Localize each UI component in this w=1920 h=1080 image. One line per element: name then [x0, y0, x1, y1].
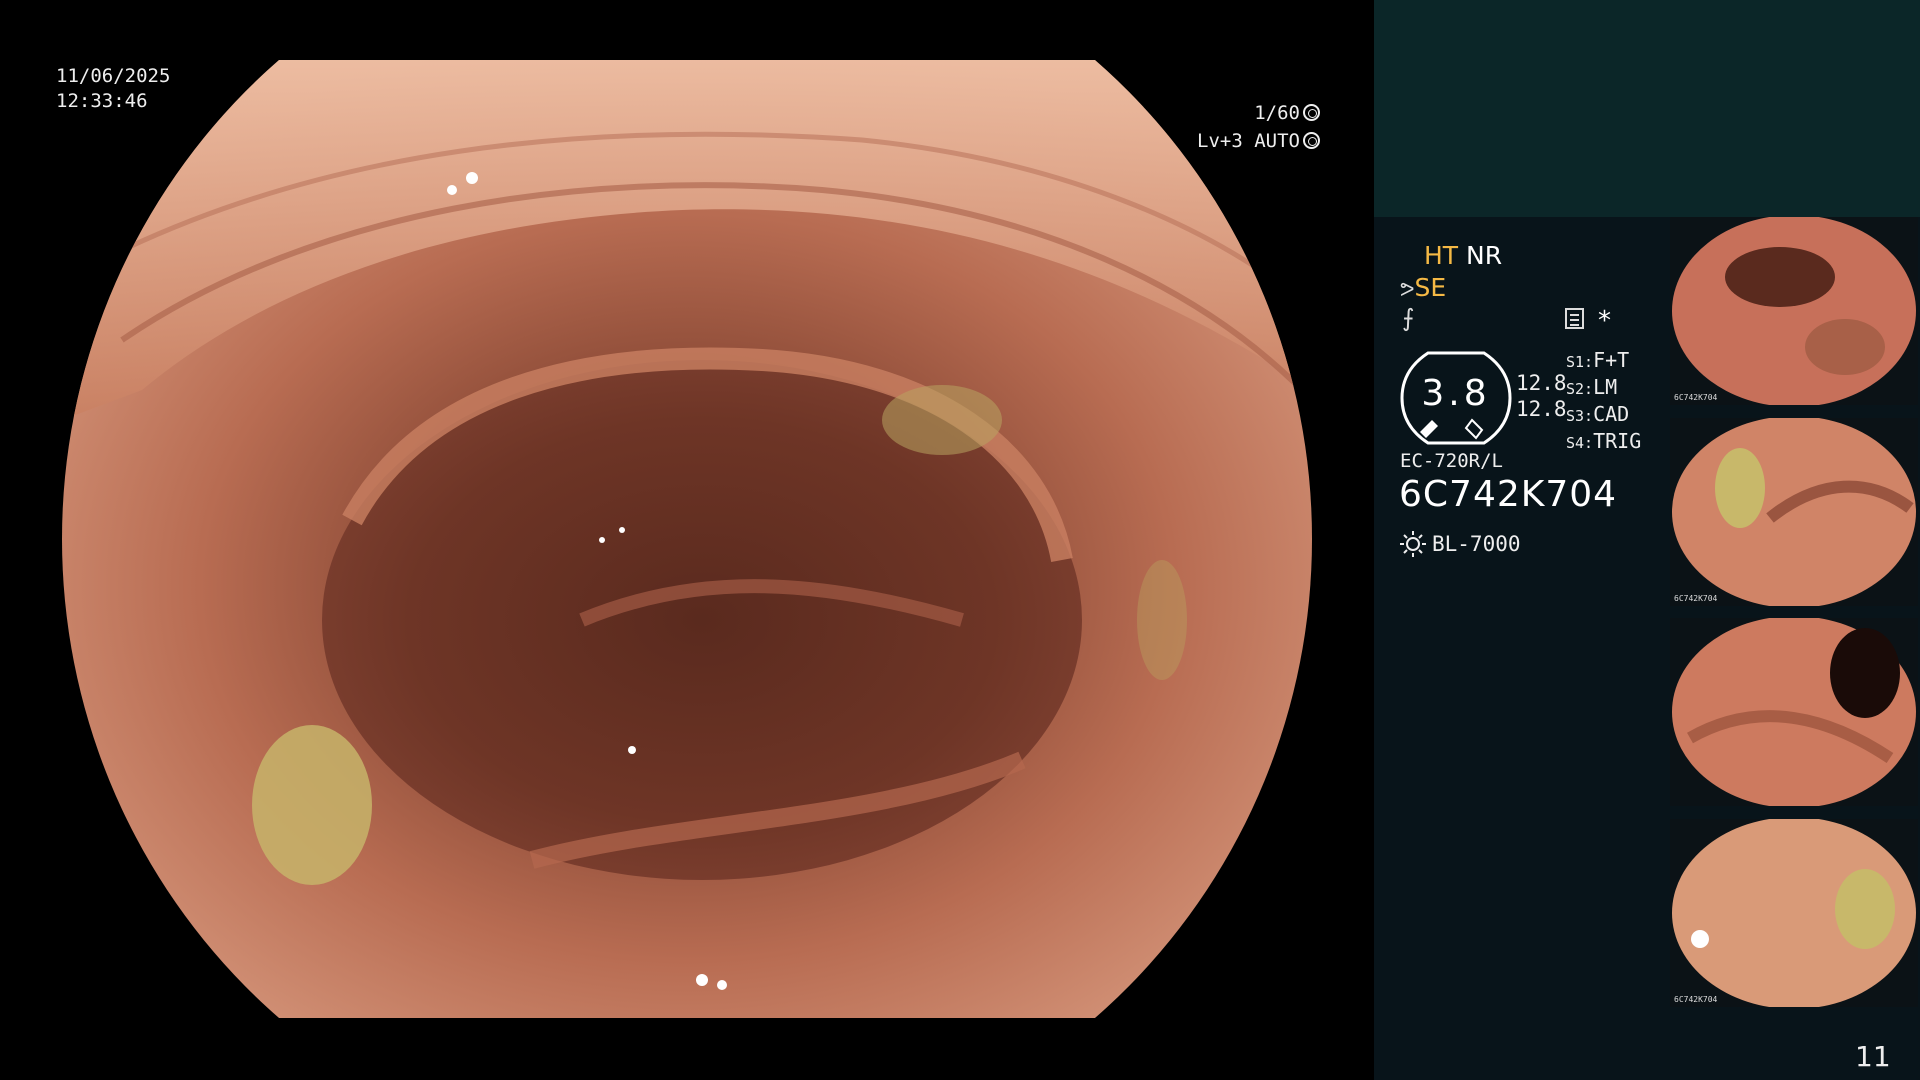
thumbnail-caption: 6C742K704 [1674, 393, 1718, 402]
ht-mode-label: HT [1424, 241, 1459, 270]
video-settings-overlay: 1/60 Lv+3 AUTO [1150, 99, 1320, 155]
filter-icon: ⨍ [1402, 304, 1415, 332]
scope-switch-list: S1:F+T S2:LM S3:CAD S4:TRIG [1566, 348, 1641, 456]
settings-list-icon [1565, 308, 1584, 329]
switch-row: S2:LM [1566, 375, 1618, 399]
page-number: 11 [1855, 1040, 1891, 1073]
time-text: 12:33:46 [56, 90, 148, 112]
se-row: ᕗSE [1400, 273, 1446, 302]
scope-model: EC-720R/L [1400, 450, 1503, 472]
date-time-overlay: 11/06/2025 12:33:46 [56, 64, 170, 114]
auto-mode-text: AUTO [1254, 130, 1300, 152]
thumbnail-caption: 6C742K704 [1674, 594, 1718, 603]
switch-row: S1:F+T [1566, 348, 1630, 372]
image-mode-row: HT NR [1424, 241, 1502, 270]
se-label: SE [1414, 273, 1447, 302]
thumbnail-caption: 6C742K704 [1674, 995, 1718, 1004]
date-text: 11/06/2025 [56, 65, 171, 87]
gauge-side-values: 12.8 12.8 [1516, 370, 1567, 422]
gauge-side-bottom: 12.8 [1516, 397, 1567, 421]
capture-thumbnail[interactable]: 6C742K704 [1670, 819, 1918, 1007]
switch-row: S3:CAD [1566, 402, 1630, 426]
iris-icon [1303, 132, 1320, 149]
panel-header-area [1374, 0, 1920, 217]
scope-serial: 6C742K704 [1399, 474, 1618, 515]
shutter-icon [1303, 104, 1320, 121]
enhance-icon: ᕗ [1400, 277, 1415, 301]
light-source-row: BL-7000 [1400, 531, 1521, 557]
switch-row: S4:TRIG [1566, 429, 1642, 453]
capture-thumbnail[interactable]: 6C742K704 [1670, 418, 1918, 606]
capture-thumbnail[interactable] [1670, 618, 1918, 806]
light-source-label: BL-7000 [1432, 532, 1521, 556]
endoscope-main-image [62, 60, 1312, 1018]
nr-mode-label: NR [1466, 241, 1503, 270]
level-text: Lv+3 [1197, 130, 1243, 152]
light-source-icon [1400, 531, 1426, 557]
gauge-value: 3.8 [1421, 373, 1491, 414]
shutter-text: 1/60 [1254, 102, 1300, 124]
asterisk-indicator: * [1598, 306, 1611, 336]
gauge-side-top: 12.8 [1516, 371, 1567, 395]
capture-thumbnail[interactable]: 6C742K704 [1670, 217, 1918, 405]
